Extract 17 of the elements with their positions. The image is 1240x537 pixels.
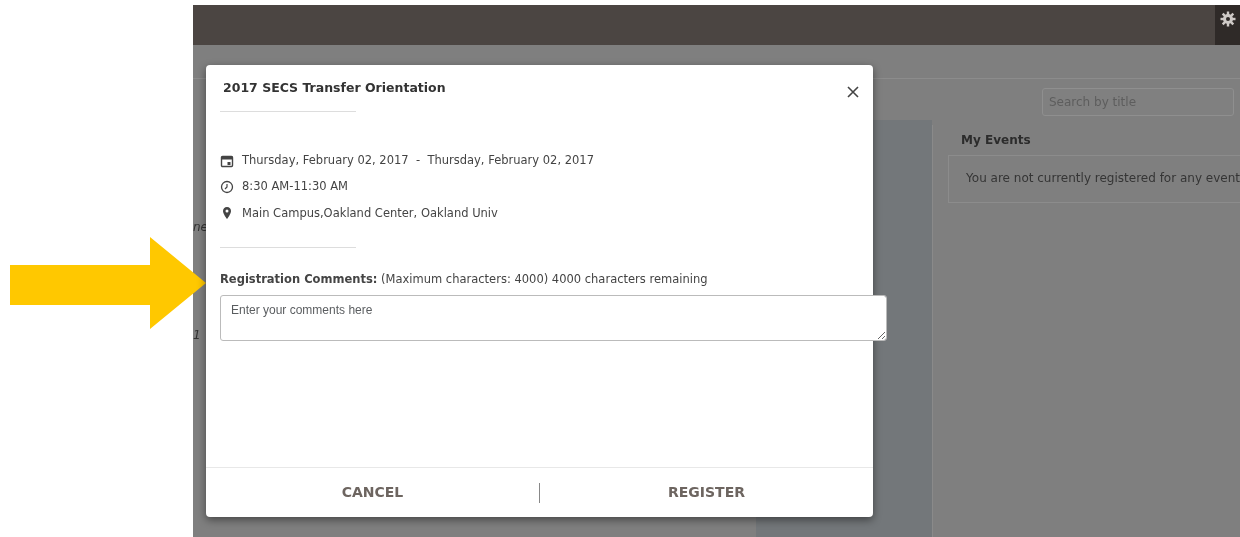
cancel-button[interactable]: CANCEL (206, 468, 539, 517)
section-heading: My Events (960, 132, 1032, 149)
detail-text: 8:30 AM-11:30 AM (242, 178, 348, 196)
dialog-title: 2017 SECS Transfer Orientation (223, 79, 446, 97)
arrow-icon (10, 237, 206, 329)
clock-icon (220, 179, 234, 194)
detail-text: Main Campus,Oakland Center, Oakland Univ (242, 204, 498, 222)
detail-text: Thursday, February 02, 2017 - Thursday, February 02, 2017 (242, 152, 594, 169)
comments-field[interactable]: Enter your comments here (220, 295, 887, 341)
comments-label: Registration Comments: (Maximum characters: 4000) 4000 characters remaining (219, 270, 709, 288)
register-button[interactable]: REGISTER (540, 468, 873, 517)
empty-message: You are not currently registered for any event (948, 155, 1240, 203)
text-fragment: 1 (193, 329, 201, 341)
settings-icon (1219, 11, 1236, 27)
calendar-icon (220, 153, 234, 168)
map-pin-icon (220, 206, 234, 221)
settings-button[interactable] (1215, 5, 1240, 45)
